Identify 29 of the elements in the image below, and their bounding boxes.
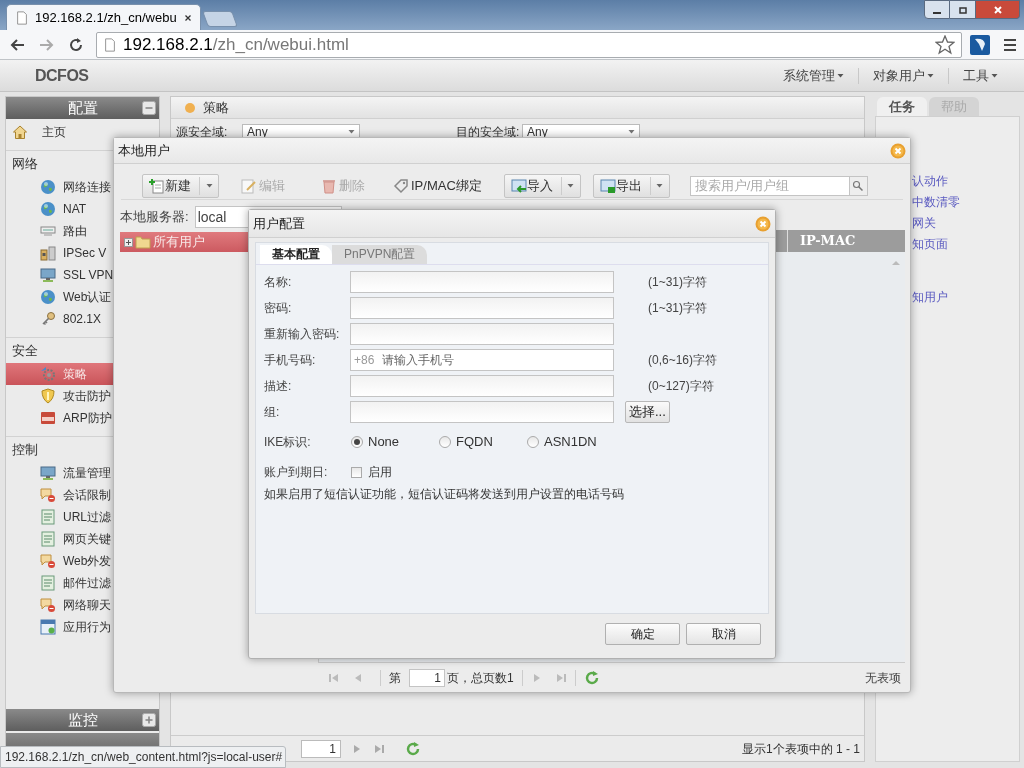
field-hint: (1~31)字符 xyxy=(648,300,708,317)
table-summary: 显示1个表项中的 1 - 1 xyxy=(741,740,860,758)
status-url: 192.168.2.1/zh_cn/web_content.html?js=local-user# xyxy=(0,746,287,768)
panel-title: 策略 xyxy=(203,98,229,117)
field-label: 名称: xyxy=(264,274,293,291)
group-title: 控制 xyxy=(11,441,39,459)
page-label: 第 xyxy=(389,669,401,687)
field-label: 组: xyxy=(264,404,281,421)
field-hint: (1~31)字符 xyxy=(648,274,708,291)
note-text: 如果启用了短信认证功能，短信认证码将发送到用户设置的电话号码 xyxy=(264,486,625,503)
filter-label: 源安全域: xyxy=(176,125,229,139)
field-label: 密码: xyxy=(264,300,293,317)
page-count: 页，总页数1 xyxy=(447,669,514,687)
group-title: 网络 xyxy=(11,155,39,173)
field-label: 描述: xyxy=(264,378,293,395)
field-label: 账户到期日: xyxy=(264,464,329,481)
logo: DCFOS xyxy=(35,65,89,86)
tab-title: 192.168.2.1/zh_cn/webu xyxy=(35,8,177,27)
empty-label: 无表项 xyxy=(865,669,901,687)
field-hint: (0~127)字符 xyxy=(648,378,714,395)
field-label: 手机号码: xyxy=(264,352,317,369)
field-hint: (0,6~16)字符 xyxy=(648,352,718,369)
group-title: 安全 xyxy=(11,342,39,360)
server-label: 本地服务器: xyxy=(120,208,189,227)
filter-label: 目的安全域: xyxy=(456,125,521,139)
field-label: IKE标识: xyxy=(264,434,312,451)
dialog-title: 本地用户 xyxy=(118,141,171,160)
dialog-title: 用户配置 xyxy=(253,214,306,233)
field-label: 重新输入密码: xyxy=(264,326,341,343)
